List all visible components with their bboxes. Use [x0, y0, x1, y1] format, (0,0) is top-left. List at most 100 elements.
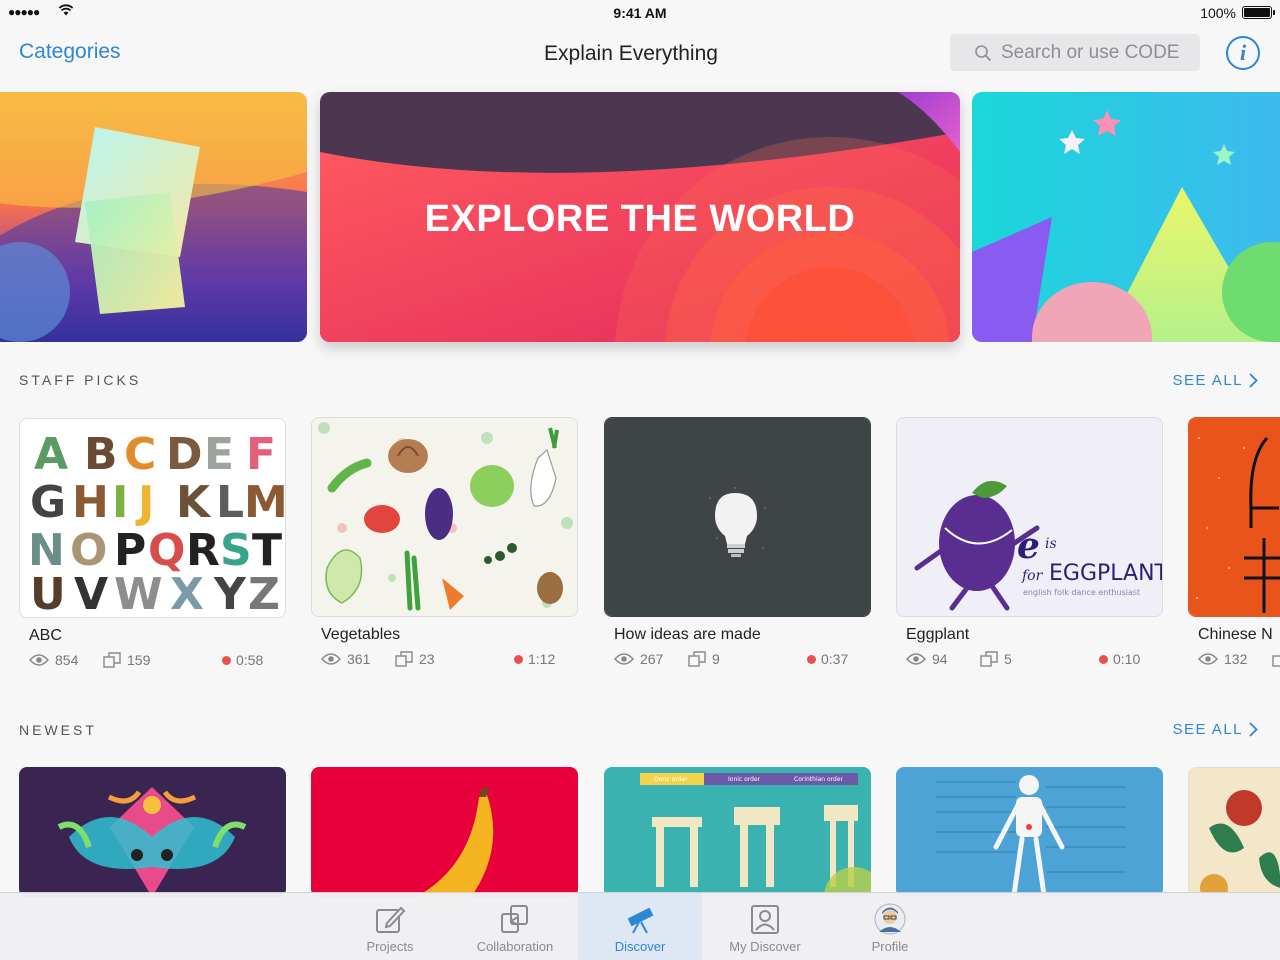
- search-placeholder: Search or use CODE: [1001, 41, 1180, 63]
- duration-dot-icon: [807, 654, 816, 664]
- card-newest-4[interactable]: [896, 767, 1163, 897]
- svg-text:A: A: [34, 429, 68, 480]
- duration: 1:12: [514, 651, 555, 667]
- card-stats: 361 23 1:12: [321, 650, 561, 668]
- card-how-ideas-are-made[interactable]: How ideas are made 267 9 0:37: [604, 417, 871, 668]
- card-stats: 854 159 0:58: [29, 651, 269, 669]
- copies-count: 9: [688, 651, 720, 667]
- svg-text:is: is: [1045, 536, 1057, 552]
- tab-label: Collaboration: [476, 939, 554, 954]
- copies-icon: [980, 651, 998, 667]
- views-count: 267: [614, 651, 663, 667]
- thumbnail-eggplant: e is for EGGPLANT english folk dance ent…: [896, 417, 1163, 617]
- section-title-staff-picks: STAFF PICKS: [19, 372, 142, 388]
- copies-icon: [688, 651, 706, 667]
- tab-label: Profile: [871, 939, 909, 954]
- banner-explore[interactable]: EXPLORE THE WORLD: [320, 92, 960, 342]
- svg-text:Y: Y: [213, 569, 247, 618]
- copies-count: 159: [103, 652, 150, 668]
- thumbnail-newest-4: [896, 767, 1163, 897]
- thumbnail-newest-5: [1188, 767, 1280, 897]
- banner-left[interactable]: [0, 92, 307, 342]
- card-abc[interactable]: ABCDEF GHIJKLM NOPQRST UVWXYZ ABC 854 15…: [19, 418, 286, 669]
- status-time: 9:41 AM: [613, 5, 667, 21]
- svg-text:J: J: [135, 477, 154, 528]
- tab-label: Discover: [614, 939, 666, 954]
- svg-text:english folk dance enthusiast: english folk dance enthusiast: [1023, 588, 1140, 597]
- svg-text:K: K: [176, 477, 212, 528]
- svg-text:Ionic order: Ionic order: [728, 776, 761, 783]
- card-newest-1[interactable]: [19, 767, 286, 897]
- search-icon: [975, 44, 991, 61]
- tab-projects[interactable]: Projects: [328, 893, 452, 960]
- thumbnail-newest-2: [311, 767, 578, 897]
- thumbnail-abc: ABCDEF GHIJKLM NOPQRST UVWXYZ: [19, 418, 286, 618]
- battery-icon: [1242, 6, 1275, 19]
- thumbnail-newest-1: [19, 767, 286, 897]
- see-all-newest[interactable]: SEE ALL: [1172, 721, 1258, 738]
- svg-text:F: F: [246, 429, 276, 480]
- svg-text:e: e: [1017, 525, 1040, 567]
- banner-right[interactable]: [972, 92, 1280, 342]
- chevron-right-icon: [1249, 373, 1258, 388]
- card-chinese[interactable]: Chinese N 132: [1188, 417, 1280, 668]
- tab-my-discover[interactable]: My Discover: [703, 893, 827, 960]
- card-stats: 132: [1198, 650, 1280, 668]
- svg-text:W: W: [114, 569, 163, 618]
- collaboration-icon: [501, 905, 528, 933]
- tab-label: Projects: [366, 939, 414, 954]
- card-vegetables[interactable]: Vegetables 361 23 1:12: [311, 417, 578, 668]
- card-stats: 94 5 0:10: [906, 650, 1146, 668]
- svg-text:D: D: [166, 429, 203, 480]
- card-title: Chinese N: [1198, 626, 1273, 643]
- svg-text:Doric order: Doric order: [654, 776, 688, 783]
- card-stats: 267 9 0:37: [614, 650, 854, 668]
- duration-dot-icon: [1099, 654, 1108, 664]
- copies-icon: [395, 651, 413, 667]
- eye-icon: [614, 653, 634, 665]
- svg-text:Corinthian order: Corinthian order: [794, 776, 844, 783]
- views-count: 132: [1198, 651, 1247, 667]
- info-button[interactable]: i: [1226, 36, 1260, 70]
- svg-text:EGGPLANT: EGGPLANT: [1049, 561, 1163, 586]
- svg-text:B: B: [84, 429, 118, 480]
- status-bar: ●●●●● 9:41 AM 100%: [0, 0, 1280, 26]
- copies-count: 23: [395, 651, 435, 667]
- duration: 0:58: [222, 652, 263, 668]
- search-field[interactable]: Search or use CODE: [950, 34, 1200, 71]
- duration-dot-icon: [222, 655, 231, 665]
- battery-percent: 100%: [1200, 5, 1236, 21]
- see-all-label: SEE ALL: [1172, 721, 1243, 738]
- views-count: 94: [906, 651, 948, 667]
- card-eggplant[interactable]: e is for EGGPLANT english folk dance ent…: [896, 417, 1163, 668]
- banner-left-art: [0, 92, 307, 342]
- svg-text:G: G: [30, 477, 66, 528]
- see-all-label: SEE ALL: [1172, 372, 1243, 389]
- duration: 0:10: [1099, 651, 1140, 667]
- svg-text:for: for: [1021, 568, 1044, 584]
- tab-profile[interactable]: Profile: [828, 893, 952, 960]
- card-newest-3[interactable]: Doric order Ionic order Corinthian order: [604, 767, 871, 897]
- navigation-bar: Categories Explain Everything Search or …: [0, 26, 1280, 82]
- card-newest-5[interactable]: [1188, 767, 1280, 897]
- card-title: How ideas are made: [614, 626, 761, 643]
- svg-text:C: C: [124, 429, 156, 480]
- copies-icon: [1272, 655, 1280, 667]
- see-all-staff-picks[interactable]: SEE ALL: [1172, 372, 1258, 389]
- duration-dot-icon: [514, 654, 523, 664]
- duration: 0:37: [807, 651, 848, 667]
- thumbnail-vegetables: [311, 417, 578, 617]
- tab-collaboration[interactable]: Collaboration: [453, 893, 577, 960]
- svg-text:Z: Z: [248, 569, 280, 618]
- card-title: Vegetables: [321, 626, 401, 643]
- edit-icon: [376, 906, 406, 933]
- svg-text:X: X: [170, 569, 204, 618]
- thumbnail-chinese: [1188, 417, 1280, 617]
- tab-label: My Discover: [729, 939, 801, 954]
- svg-text:L: L: [216, 477, 244, 528]
- tab-discover[interactable]: Discover: [578, 893, 702, 960]
- svg-text:I: I: [112, 477, 128, 528]
- portrait-icon: [751, 905, 779, 934]
- card-newest-2[interactable]: [311, 767, 578, 897]
- banner-right-art: [972, 92, 1280, 342]
